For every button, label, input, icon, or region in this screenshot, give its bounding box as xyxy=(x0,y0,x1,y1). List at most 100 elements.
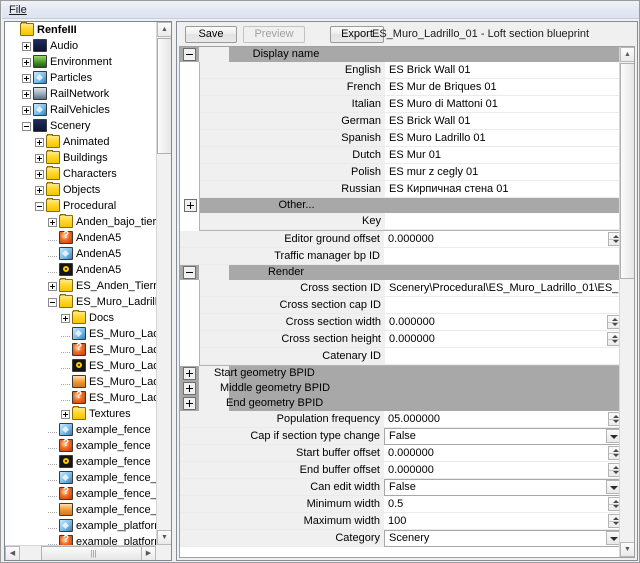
tree-item-example-platform[interactable]: example_platform xyxy=(5,518,157,534)
property-value[interactable]: ES Muro di Mattoni 01 xyxy=(385,96,621,112)
asset-tree-list[interactable]: RenfeIIIAudioEnvironmentParticlesRailNet… xyxy=(5,22,157,546)
property-value[interactable]: Scenery\Procedural\ES_Muro_Ladrillo_01\E… xyxy=(385,280,621,296)
tree-item-example-fence[interactable]: example_fence xyxy=(5,454,157,470)
tree-expander-plus-icon[interactable] xyxy=(48,282,57,291)
propgrid-scroll-down-button[interactable]: ▼ xyxy=(620,542,635,557)
tree-expander-plus-icon[interactable] xyxy=(22,42,31,51)
tree-expander-plus-icon[interactable] xyxy=(48,218,57,227)
tree-scroll-up-button[interactable]: ▲ xyxy=(157,22,172,37)
property-value[interactable] xyxy=(385,297,621,313)
propgrid-scroll-up-button[interactable]: ▲ xyxy=(620,47,635,62)
category-display-name[interactable]: Display name xyxy=(180,47,622,62)
tree-item-example-fence-post[interactable]: example_fence_post xyxy=(5,470,157,486)
property-value[interactable]: 0.000000 xyxy=(384,445,622,461)
property-value[interactable]: 0.000000 xyxy=(385,314,621,330)
combobox-value[interactable]: False xyxy=(384,479,622,496)
category-expand-icon[interactable] xyxy=(183,382,196,395)
tree-expander-plus-icon[interactable] xyxy=(22,58,31,67)
property-combobox[interactable]: False xyxy=(384,479,622,496)
tree-expander-plus-icon[interactable] xyxy=(35,154,44,163)
tree-item-textures[interactable]: Textures xyxy=(5,406,157,422)
property-combobox[interactable]: Scenery xyxy=(384,530,622,547)
tree-vertical-scrollbar[interactable]: ▲ ▼ xyxy=(156,22,171,545)
tree-expander-plus-icon[interactable] xyxy=(22,90,31,99)
property-value[interactable]: ES Mur de Briques 01 xyxy=(385,79,621,95)
tree-item-objects[interactable]: Objects xyxy=(5,182,157,198)
property-value[interactable]: 0.5 xyxy=(384,496,622,512)
menu-item-file[interactable]: File xyxy=(2,2,33,19)
tree-item-particles[interactable]: Particles xyxy=(5,70,157,86)
tree-item-es-muro-ladrillo[interactable]: ES_Muro_Ladrillo_( xyxy=(5,390,157,406)
category-geometry-bpid[interactable]: Middle geometry BPID xyxy=(180,381,622,396)
tree-item-renfeiii[interactable]: RenfeIII xyxy=(5,22,157,38)
tree-item-example-fence-post[interactable]: example_fence_post xyxy=(5,502,157,518)
tree-hscroll-thumb[interactable]: ||| xyxy=(41,546,146,561)
tree-expander-minus-icon[interactable] xyxy=(35,202,44,211)
combobox-value[interactable]: Scenery xyxy=(384,530,622,547)
property-value[interactable]: ES Muro Ladrillo 01 xyxy=(385,130,621,146)
save-button[interactable]: Save xyxy=(185,26,237,43)
tree-item-es-muro-ladrillo-01[interactable]: ES_Muro_Ladrillo_01 xyxy=(5,294,157,310)
tree-item-andena5[interactable]: AndenA5 xyxy=(5,246,157,262)
tree-expander-plus-icon[interactable] xyxy=(22,74,31,83)
property-value[interactable]: ES Brick Wall 01 xyxy=(385,113,621,129)
tree-expander-minus-icon[interactable] xyxy=(48,298,57,307)
tree-scroll-down-button[interactable]: ▼ xyxy=(157,530,172,545)
tree-item-example-fence[interactable]: example_fence xyxy=(5,438,157,454)
tree-item-animated[interactable]: Animated xyxy=(5,134,157,150)
tree-expander-minus-icon[interactable] xyxy=(22,122,31,131)
property-value[interactable] xyxy=(384,248,622,264)
tree-scroll-left-button[interactable]: ◀ xyxy=(5,546,20,561)
tree-item-scenery[interactable]: Scenery xyxy=(5,118,157,134)
tree-item-characters[interactable]: Characters xyxy=(5,166,157,182)
tree-horizontal-scrollbar[interactable]: ◀ ||| ▶ xyxy=(5,545,156,560)
tree-item-andena5[interactable]: AndenA5 xyxy=(5,262,157,278)
tree-item-es-muro-ladrillo[interactable]: ES_Muro_Ladrillo_( xyxy=(5,342,157,358)
property-combobox[interactable]: False xyxy=(384,428,622,445)
tree-expander-plus-icon[interactable] xyxy=(35,186,44,195)
tree-item-example-fence-post[interactable]: example_fence_post xyxy=(5,486,157,502)
tree-expander-plus-icon[interactable] xyxy=(61,410,70,419)
tree-item-andena5[interactable]: AndenA5 xyxy=(5,230,157,246)
property-value[interactable]: 100 xyxy=(384,513,622,529)
combobox-value[interactable]: False xyxy=(384,428,622,445)
propgrid-vertical-scrollbar[interactable]: ▲ ▼ xyxy=(619,47,634,557)
property-value[interactable]: ES mur z cegly 01 xyxy=(385,164,621,180)
tree-item-buildings[interactable]: Buildings xyxy=(5,150,157,166)
category-geometry-bpid[interactable]: End geometry BPID xyxy=(180,396,622,411)
tree-item-es-muro-ladrillo[interactable]: ES_Muro_Ladrillo_( xyxy=(5,374,157,390)
category-expand-icon[interactable] xyxy=(183,367,196,380)
tree-item-anden-bajo-tierra[interactable]: Anden_bajo_tierra xyxy=(5,214,157,230)
tree-item-example-fence[interactable]: example_fence xyxy=(5,422,157,438)
property-value[interactable]: 0.000000 xyxy=(384,231,622,247)
tree-item-railvehicles[interactable]: RailVehicles xyxy=(5,102,157,118)
tree-vscroll-thumb[interactable] xyxy=(157,38,172,154)
property-value[interactable]: ES Кирпичная стена 01 xyxy=(385,181,621,197)
property-value[interactable]: 0.000000 xyxy=(385,331,621,347)
tree-item-procedural[interactable]: Procedural xyxy=(5,198,157,214)
category-other[interactable]: Other... xyxy=(200,198,621,213)
tree-expander-plus-icon[interactable] xyxy=(35,170,44,179)
category-expand-icon[interactable] xyxy=(184,199,197,212)
tree-item-es-muro-ladrillo[interactable]: ES_Muro_Ladrillo_( xyxy=(5,358,157,374)
property-value[interactable]: 0.000000 xyxy=(384,462,622,478)
tree-expander-plus-icon[interactable] xyxy=(22,106,31,115)
property-value[interactable]: ES Mur 01 xyxy=(385,147,621,163)
tree-expander-plus-icon[interactable] xyxy=(35,138,44,147)
property-value[interactable] xyxy=(385,348,621,364)
propgrid-vscroll-thumb[interactable] xyxy=(620,63,635,279)
tree-item-es-anden-tierra[interactable]: ES_Anden_Tierra xyxy=(5,278,157,294)
category-render[interactable]: Render xyxy=(180,265,622,280)
property-value[interactable] xyxy=(385,213,621,229)
property-value[interactable]: 05.000000 xyxy=(384,411,622,427)
tree-expander-plus-icon[interactable] xyxy=(61,314,70,323)
property-value[interactable]: ES Brick Wall 01 xyxy=(385,62,621,78)
tree-item-es-muro-ladrillo[interactable]: ES_Muro_Ladrillo_( xyxy=(5,326,157,342)
property-grid[interactable]: Display nameEnglishES Brick Wall 01Frenc… xyxy=(179,46,635,558)
category-geometry-bpid[interactable]: Start geometry BPID xyxy=(180,366,622,381)
tree-scroll-right-button[interactable]: ▶ xyxy=(141,546,156,561)
tree-item-railnetwork[interactable]: RailNetwork xyxy=(5,86,157,102)
tree-item-environment[interactable]: Environment xyxy=(5,54,157,70)
tree-item-docs[interactable]: Docs xyxy=(5,310,157,326)
category-expand-icon[interactable] xyxy=(183,397,196,410)
